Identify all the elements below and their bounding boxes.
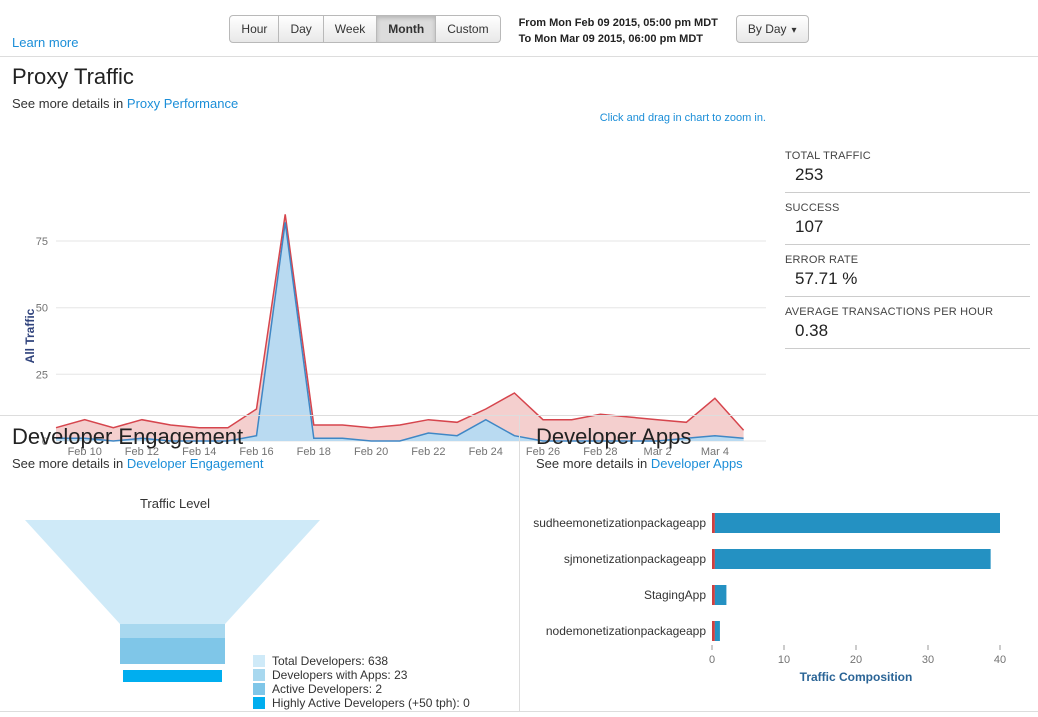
- svg-text:30: 30: [922, 654, 934, 666]
- legend-swatch: [253, 669, 265, 681]
- legend-label: Highly Active Developers (+50 tph): 0: [272, 696, 470, 710]
- time-range-controls: Hour Day Week Month Custom From Mon Feb …: [0, 15, 1038, 48]
- proxy-traffic-title: Proxy Traffic: [12, 64, 134, 89]
- engagement-details-line: See more details in Developer Engagement: [12, 456, 264, 471]
- legend-swatch: [253, 697, 265, 709]
- stat-value: 57.71 %: [795, 269, 858, 288]
- svg-text:StagingApp: StagingApp: [644, 588, 706, 602]
- funnel-legend-item: Highly Active Developers (+50 tph): 0: [253, 696, 470, 710]
- top-bar: Learn more Hour Day Week Month Custom Fr…: [0, 0, 1038, 57]
- stat-error-rate: ERROR RATE 57.71 %: [785, 254, 1030, 297]
- svg-text:75: 75: [36, 236, 48, 248]
- funnel-legend: Total Developers: 638 Developers with App…: [253, 654, 470, 710]
- developer-apps-chart: sudheemonetizationpackageapp sjmonetizati…: [533, 513, 1006, 684]
- legend-swatch: [253, 683, 265, 695]
- stat-label: AVERAGE TRANSACTIONS PER HOUR: [785, 306, 994, 318]
- svg-text:10: 10: [778, 654, 790, 666]
- svg-text:25: 25: [36, 369, 48, 381]
- legend-label: Total Developers: 638: [272, 654, 389, 668]
- svg-text:0: 0: [709, 654, 715, 666]
- stat-success: SUCCESS 107: [785, 202, 1030, 245]
- legend-label: Active Developers: 2: [272, 682, 383, 696]
- stat-label: SUCCESS: [785, 202, 840, 214]
- details-prefix: See more details in: [536, 456, 648, 471]
- developer-engagement-title: Developer Engagement: [12, 424, 244, 449]
- date-range-text: From Mon Feb 09 2015, 05:00 pm MDT To Mo…: [519, 15, 718, 48]
- traffic-stats-panel: TOTAL TRAFFIC 253 SUCCESS 107 ERROR RATE…: [785, 150, 1030, 358]
- bottom-panels: Developer Engagement See more details in…: [0, 415, 1038, 712]
- stat-value: 253: [795, 165, 824, 184]
- group-by-dropdown[interactable]: By Day ▾: [735, 15, 809, 43]
- time-button-custom[interactable]: Custom: [435, 15, 501, 43]
- funnel-legend-item: Total Developers: 638: [253, 654, 470, 668]
- stat-label: TOTAL TRAFFIC: [785, 150, 871, 162]
- svg-text:Traffic Composition: Traffic Composition: [800, 670, 913, 684]
- details-prefix: See more details in: [12, 456, 124, 471]
- proxy-traffic-section: Proxy Traffic See more details in Proxy …: [0, 58, 1038, 458]
- time-button-month[interactable]: Month: [376, 15, 437, 43]
- funnel-legend-item: Active Developers: 2: [253, 682, 470, 696]
- details-prefix: See more details in: [12, 96, 124, 111]
- svg-text:40: 40: [994, 654, 1006, 666]
- stat-avg-tph: AVERAGE TRANSACTIONS PER HOUR 0.38: [785, 306, 1030, 349]
- developer-apps-title: Developer Apps: [536, 424, 692, 449]
- proxy-performance-link[interactable]: Proxy Performance: [127, 96, 238, 111]
- svg-text:20: 20: [850, 654, 862, 666]
- apps-details-line: See more details in Developer Apps: [536, 456, 743, 471]
- svg-text:50: 50: [36, 303, 48, 315]
- chart-zoom-hint: Click and drag in chart to zoom in.: [599, 112, 766, 124]
- developer-apps-link[interactable]: Developer Apps: [651, 456, 743, 471]
- time-button-day[interactable]: Day: [278, 15, 324, 43]
- date-range-from: From Mon Feb 09 2015, 05:00 pm MDT: [518, 17, 718, 29]
- proxy-details-line: See more details in Proxy Performance: [12, 96, 238, 111]
- stat-total-traffic: TOTAL TRAFFIC 253: [785, 150, 1030, 193]
- developer-engagement-section: Developer Engagement See more details in…: [0, 416, 520, 711]
- time-range-button-group: Hour Day Week Month Custom: [229, 15, 501, 43]
- legend-label: Developers with Apps: 23: [272, 668, 408, 682]
- svg-text:sudheemonetizationpackageapp: sudheemonetizationpackageapp: [533, 516, 706, 530]
- svg-text:nodemonetizationpackageapp: nodemonetizationpackageapp: [546, 624, 706, 638]
- date-range-to: To Mon Mar 09 2015, 06:00 pm MDT: [518, 32, 703, 45]
- stat-value: 0.38: [795, 321, 829, 340]
- funnel-title: Traffic Level: [139, 496, 211, 511]
- stat-label: ERROR RATE: [785, 254, 859, 266]
- chevron-down-icon: ▾: [791, 25, 797, 36]
- legend-swatch: [253, 655, 265, 667]
- stat-value: 107: [795, 217, 824, 236]
- time-button-hour[interactable]: Hour: [229, 15, 280, 43]
- time-button-week[interactable]: Week: [322, 15, 378, 43]
- svg-text:sjmonetizationpackageapp: sjmonetizationpackageapp: [564, 552, 706, 566]
- funnel-legend-item: Developers with Apps: 23: [253, 668, 470, 682]
- developer-engagement-link[interactable]: Developer Engagement: [127, 456, 264, 471]
- group-by-label: By Day: [747, 22, 787, 36]
- svg-text:All Traffic: All Traffic: [23, 308, 37, 363]
- developer-apps-section: Developer Apps See more details in Devel…: [520, 416, 1038, 711]
